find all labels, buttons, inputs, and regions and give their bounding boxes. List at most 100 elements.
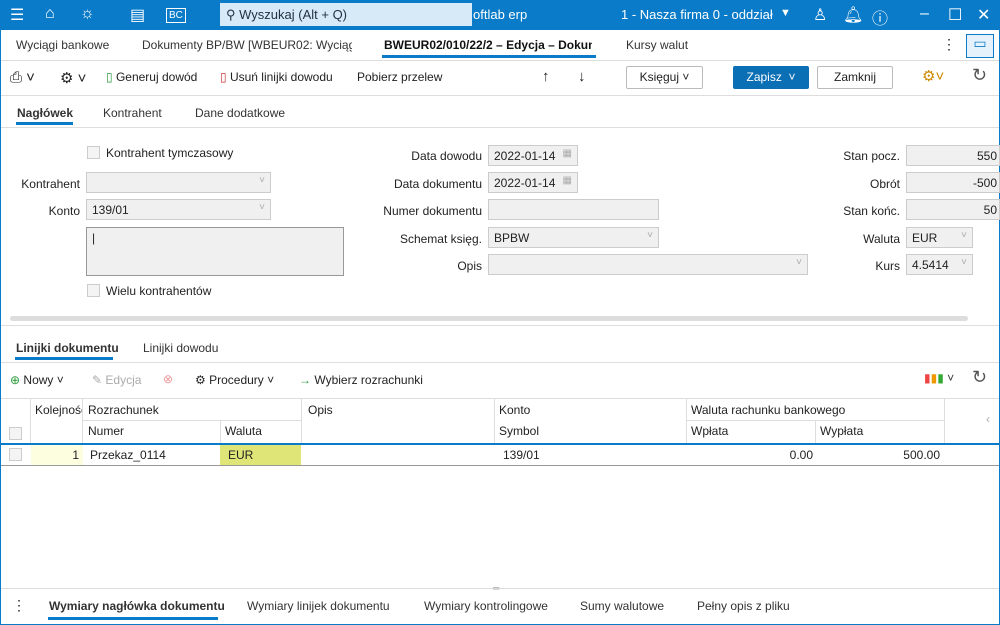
tab-voucher-lines[interactable]: Linijki dowodu	[143, 341, 218, 355]
new-button[interactable]: ⊕ Nowy ˅	[10, 373, 64, 387]
document-settings-icon[interactable]: ⚙ ˅	[60, 69, 86, 87]
tab-header-dimensions[interactable]: Wymiary nagłówka dokumentu	[49, 599, 225, 613]
more-icon[interactable]: ⋮	[942, 36, 956, 53]
document-date-label: Data dokumentu	[393, 177, 482, 191]
chevron-down-icon: ˅	[259, 175, 265, 186]
menu-icon[interactable]: ☰	[10, 5, 24, 25]
app-name: oftlab erp	[473, 7, 528, 22]
chat-icon[interactable]: ▭	[966, 34, 994, 58]
chevron-left-icon[interactable]: ‹	[986, 412, 990, 426]
cell-number: Przekaz_0114	[90, 448, 166, 462]
col-symbol[interactable]: Symbol	[499, 424, 539, 438]
col-settlement[interactable]: Rozrachunek	[88, 403, 159, 417]
scheme-select[interactable]: BPBW ˅	[488, 227, 659, 248]
account-select[interactable]: 139/01 ˅	[86, 199, 271, 220]
col-desc[interactable]: Opis	[308, 403, 333, 417]
desc-select[interactable]: ˅	[488, 254, 808, 275]
settings-key-icon[interactable]: ⚙˅	[922, 67, 944, 85]
col-order[interactable]: Kolejność	[35, 403, 82, 417]
doc-date-field[interactable]: 2022-01-14 ▦	[488, 145, 578, 166]
doc-number-label: Numer dokumentu	[383, 204, 482, 218]
minimize-icon[interactable]: –	[920, 5, 929, 23]
rate-label: Kurs	[875, 259, 900, 273]
user-icon[interactable]: ♙	[813, 5, 827, 25]
col-number[interactable]: Numer	[88, 424, 124, 438]
tab-currency-sums[interactable]: Sumy walutowe	[580, 599, 664, 613]
col-account[interactable]: Konto	[499, 403, 530, 417]
tab-header[interactable]: Nagłówek	[17, 106, 73, 120]
close-button[interactable]: Zamknij	[817, 66, 893, 89]
col-currency[interactable]: Waluta	[225, 424, 262, 438]
print-icon[interactable]: ⎙ ˅	[10, 69, 35, 86]
refresh-icon[interactable]: ↻	[972, 367, 987, 388]
choose-settlements-button[interactable]: → Wybierz rozrachunki	[299, 373, 423, 387]
currency-select[interactable]: EUR ˅	[906, 227, 973, 248]
chevron-down-icon[interactable]: ▼	[780, 7, 791, 19]
maximize-icon[interactable]: ☐	[948, 5, 962, 25]
cell-symbol: 139/01	[503, 448, 540, 462]
splitter-handle[interactable]: ═	[493, 583, 499, 593]
document-icon[interactable]: ▤	[130, 5, 145, 25]
tab-document-lines[interactable]: Linijki dokumentu	[16, 341, 119, 355]
multi-contractors-checkbox[interactable]	[87, 284, 100, 297]
title-bar: ☰ ⌂ ☼ ▤ BC ⚲ Wyszukaj (Alt + Q) oftlab e…	[0, 0, 1000, 30]
opening-field: 550	[906, 145, 1000, 166]
fetch-transfer-button[interactable]: Pobierz przelew	[357, 70, 442, 84]
help-icon[interactable]: ⓘ	[872, 5, 888, 29]
scheme-label: Schemat księg.	[399, 232, 482, 246]
select-all-checkbox[interactable]	[9, 427, 22, 440]
edit-icon: ✎	[92, 373, 103, 387]
arrow-up-icon[interactable]: ↑	[542, 68, 550, 85]
remove-lines-button[interactable]: ▯ Usuń linijki dowodu	[220, 70, 333, 84]
post-button[interactable]: Księguj ˅	[626, 66, 703, 89]
remove-document-icon: ▯	[220, 70, 227, 84]
tab-full-description[interactable]: Pełny opis z pliku	[697, 599, 790, 613]
tab-contractor[interactable]: Kontrahent	[103, 106, 162, 120]
col-bank-currency[interactable]: Waluta rachunku bankowego	[691, 403, 845, 417]
col-income[interactable]: Wpłata	[691, 424, 728, 438]
bell-icon[interactable]: 🔔︎	[843, 5, 863, 25]
document-date-field[interactable]: 2022-01-14 ▦	[488, 172, 578, 193]
edit-button[interactable]: ✎ Edycja	[92, 373, 141, 387]
generate-button[interactable]: ▯ Generuj dowód	[106, 70, 197, 84]
procedures-button[interactable]: ⚙ Procedury ˅	[195, 373, 274, 387]
rate-select[interactable]: 4.5414 ˅	[906, 254, 973, 275]
refresh-icon[interactable]: ↻	[972, 65, 987, 86]
row-checkbox[interactable]	[9, 448, 22, 461]
cell-order: 1	[31, 445, 83, 465]
contractor-select[interactable]: ˅	[86, 172, 271, 193]
contractor-textarea[interactable]: |	[86, 227, 344, 276]
table-row[interactable]: 1 Przekaz_0114 EUR 139/01 0.00 500.00	[1, 445, 999, 465]
tab-bank-statements[interactable]: Wyciągi bankowe	[16, 38, 109, 52]
chevron-down-icon: ˅	[259, 202, 265, 213]
tab-controlling-dimensions[interactable]: Wymiary kontrolingowe	[424, 599, 548, 613]
tab-line-dimensions[interactable]: Wymiary linijek dokumentu	[247, 599, 390, 613]
calendar-icon[interactable]: ▦	[563, 148, 572, 159]
close-icon[interactable]: ✕	[977, 5, 990, 25]
col-payout[interactable]: Wypłata	[820, 424, 863, 438]
doc-number-field[interactable]	[488, 199, 659, 220]
cell-payout: 500.00	[903, 448, 940, 462]
tab-exchange-rates[interactable]: Kursy walut	[626, 38, 688, 52]
gear-icon: ⚙	[195, 373, 206, 387]
contractor-label: Kontrahent	[21, 177, 80, 191]
company-selector[interactable]: 1 - Nasza firma 0 - oddział	[621, 7, 773, 22]
arrow-down-icon[interactable]: ↓	[578, 68, 586, 85]
search-input[interactable]: ⚲ Wyszukaj (Alt + Q)	[220, 3, 472, 26]
bc-icon[interactable]: BC	[166, 8, 186, 23]
calendar-icon[interactable]: ▦	[563, 175, 572, 186]
delete-icon[interactable]: ⊗	[163, 372, 173, 386]
tab-edit-document[interactable]: BWEUR02/010/22/2 – Edycja – Dokum	[384, 38, 592, 52]
more-icon[interactable]: ⋮	[12, 597, 26, 614]
tab-documents[interactable]: Dokumenty BP/BW [WBEUR02: Wyciąg	[142, 38, 352, 52]
temp-contractor-checkbox[interactable]	[87, 146, 100, 159]
home-icon[interactable]: ⌂	[45, 5, 55, 23]
add-document-icon: ▯	[106, 70, 113, 84]
save-button[interactable]: Zapisz ˅	[733, 66, 809, 89]
chart-icon[interactable]: ▮▮▮ ˅	[924, 371, 954, 385]
tab-additional-data[interactable]: Dane dodatkowe	[195, 106, 285, 120]
turnover-label: Obrót	[869, 177, 900, 191]
desc-label: Opis	[457, 259, 482, 273]
lightbulb-icon[interactable]: ☼	[80, 5, 95, 23]
horizontal-scrollbar[interactable]	[10, 316, 968, 321]
